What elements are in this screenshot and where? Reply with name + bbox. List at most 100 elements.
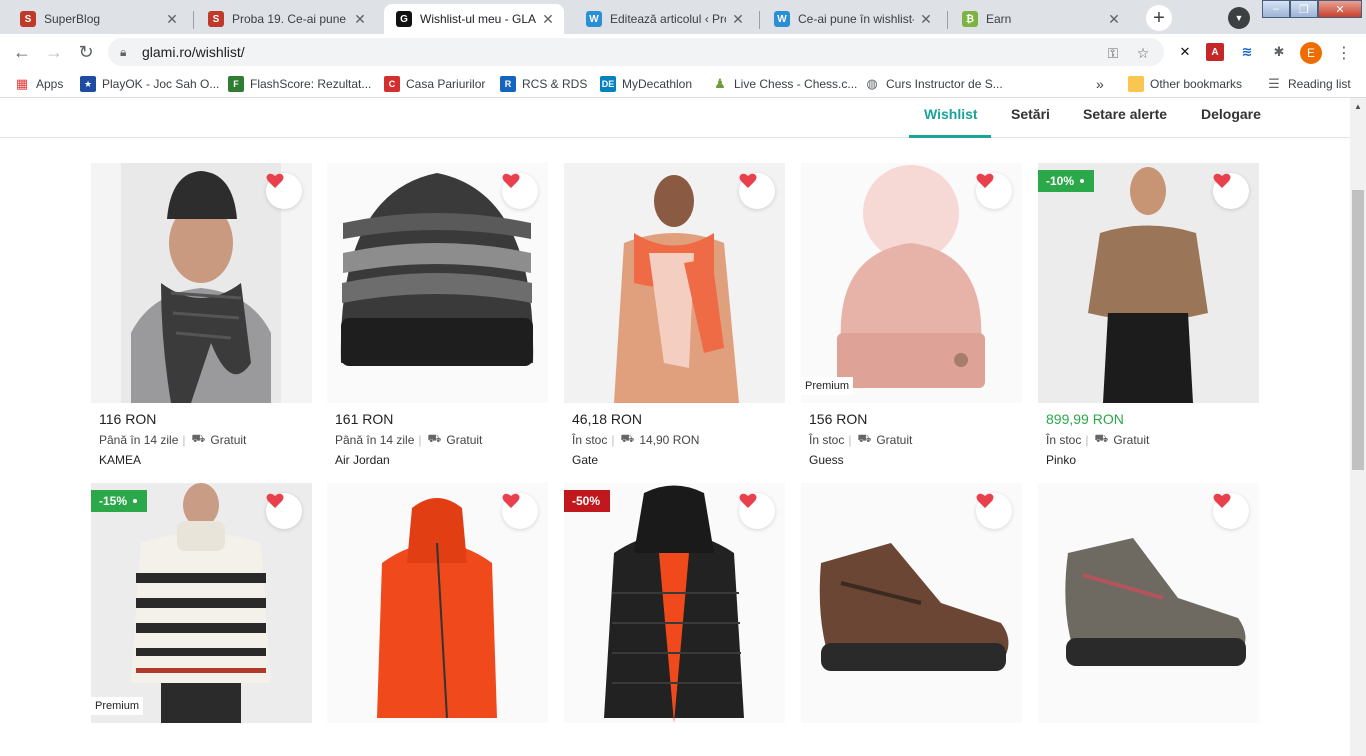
key-icon[interactable]: ⚿ — [1104, 44, 1122, 62]
product-card[interactable]: -15% Premium — [91, 483, 312, 723]
address-bar[interactable]: 🔒︎ glami.ro/wishlist/ ⚿ ☆ — [108, 38, 1164, 66]
wishlist-heart-button[interactable] — [502, 493, 538, 529]
glami-icon: G — [396, 11, 412, 27]
product-card[interactable]: -50% — [564, 483, 785, 723]
url-text[interactable]: glami.ro/wishlist/ — [142, 44, 245, 60]
bookmarks-overflow-button[interactable]: » — [1096, 75, 1104, 93]
bookmark-item[interactable]: DE MyDecathlon — [600, 75, 692, 93]
product-image[interactable] — [564, 163, 785, 403]
bookmark-label: Live Chess - Chess.c... — [734, 77, 858, 91]
reading-list-label: Reading list — [1288, 77, 1351, 91]
extension-x-icon[interactable]: ✕ — [1176, 43, 1194, 61]
profile-avatar[interactable]: E — [1300, 42, 1322, 64]
bookmark-label: PlayOK - Joc Sah O... — [102, 77, 220, 91]
wishlist-heart-button[interactable] — [266, 493, 302, 529]
reload-button[interactable]: ↻ — [74, 40, 98, 64]
bookmark-item[interactable]: C Casa Pariurilor — [384, 75, 485, 93]
bookmark-label: Apps — [36, 77, 64, 91]
bookmark-item[interactable]: R RCS & RDS — [500, 75, 587, 93]
product-brand[interactable]: Gate — [564, 453, 785, 467]
back-button[interactable]: ← — [10, 40, 34, 64]
tab-strip: S SuperBlog ✕ S Proba 19. Ce-ai pune în ✕ G Wis… — [0, 0, 1366, 34]
bookmark-item[interactable]: ◍ Curs Instructor de S... — [864, 75, 1002, 93]
product-brand[interactable]: Air Jordan — [327, 453, 548, 467]
wishlist-heart-button[interactable] — [502, 173, 538, 209]
truck-icon: ⛟ — [191, 433, 206, 445]
close-window-button[interactable]: ✕ — [1318, 0, 1362, 18]
layers-extension-icon[interactable]: ≋ — [1238, 43, 1256, 61]
product-image[interactable] — [1038, 483, 1259, 723]
product-card[interactable]: 116 RON Până în 14 zile | ⛟ Gratuit KAMEA — [91, 163, 312, 467]
maximize-button[interactable]: ❐ — [1290, 0, 1318, 18]
product-card[interactable] — [327, 483, 548, 723]
browser-tab[interactable]: W Ce-ai pune în wishlist-u ✕ — [762, 4, 942, 34]
wishlist-heart-button[interactable] — [976, 493, 1012, 529]
product-card[interactable]: 161 RON Până în 14 zile | ⛟ Gratuit Air Jorda… — [327, 163, 548, 467]
earn-icon: ₿ — [962, 11, 978, 27]
wordpress-icon: W — [586, 11, 602, 27]
scroll-up-arrow-icon[interactable]: ▲ — [1350, 98, 1366, 114]
tab-settings[interactable]: Setări — [1011, 106, 1050, 122]
product-image[interactable]: -10% — [1038, 163, 1259, 403]
tab-title: Ce-ai pune în wishlist-u — [798, 12, 914, 26]
wishlist-heart-button[interactable] — [739, 173, 775, 209]
tab-title: SuperBlog — [44, 12, 101, 26]
product-image[interactable] — [91, 163, 312, 403]
product-card[interactable]: 46,18 RON În stoc | ⛟ 14,90 RON Gate — [564, 163, 785, 467]
wordpress-icon: W — [774, 11, 790, 27]
tab-wishlist[interactable]: Wishlist — [924, 106, 978, 122]
other-bookmarks-folder[interactable]: Other bookmarks — [1128, 75, 1242, 93]
product-brand[interactable]: Pinko — [1038, 453, 1259, 467]
bookmark-item[interactable]: F FlashScore: Rezultat... — [228, 75, 371, 93]
wishlist-heart-button[interactable] — [1213, 173, 1249, 209]
scrollbar-thumb[interactable] — [1352, 190, 1364, 470]
lock-icon[interactable]: 🔒︎ — [120, 45, 134, 60]
tab-logout[interactable]: Delogare — [1201, 106, 1261, 122]
product-card[interactable]: -10% 899,99 RON În stoc | ⛟ Gratuit Pinko — [1038, 163, 1259, 467]
browser-tab[interactable]: S Proba 19. Ce-ai pune în ✕ — [196, 4, 376, 34]
shipping-cost: Gratuit — [876, 433, 913, 447]
new-tab-button[interactable]: + — [1146, 5, 1172, 31]
product-image[interactable]: -50% — [564, 483, 785, 723]
minimize-button[interactable]: – — [1262, 0, 1290, 18]
divider: | — [182, 433, 186, 447]
tab-search-icon[interactable]: ▼ — [1228, 7, 1250, 29]
close-tab-icon[interactable]: ✕ — [918, 11, 934, 27]
product-brand[interactable]: KAMEA — [91, 453, 312, 467]
wishlist-heart-button[interactable] — [266, 173, 302, 209]
close-tab-icon[interactable]: ✕ — [352, 11, 368, 27]
extensions-puzzle-icon[interactable]: ✱ — [1270, 43, 1288, 61]
product-card[interactable]: Premium 156 RON În stoc | ⛟ Gratuit Guess — [801, 163, 1022, 467]
product-image[interactable] — [327, 483, 548, 723]
product-image[interactable]: Premium — [801, 163, 1022, 403]
product-image[interactable]: -15% Premium — [91, 483, 312, 723]
tab-alerts[interactable]: Setare alerte — [1083, 106, 1167, 122]
product-brand[interactable]: Guess — [801, 453, 1022, 467]
bookmark-star-icon[interactable]: ☆ — [1134, 44, 1152, 62]
bookmark-item[interactable]: ★ PlayOK - Joc Sah O... — [80, 75, 219, 93]
browser-tab[interactable]: S SuperBlog ✕ — [8, 4, 188, 34]
wishlist-heart-button[interactable] — [1213, 493, 1249, 529]
wishlist-heart-button[interactable] — [739, 493, 775, 529]
wishlist-heart-button[interactable] — [976, 173, 1012, 209]
browser-tab[interactable]: W Editează articolul ‹ Prom ✕ — [574, 4, 754, 34]
close-tab-icon[interactable]: ✕ — [540, 11, 556, 27]
browser-tab[interactable]: G Wishlist-ul meu - GLAMI ✕ — [384, 4, 564, 34]
product-price: 161 RON — [335, 411, 394, 427]
bookmark-label: MyDecathlon — [622, 77, 693, 91]
browser-tab[interactable]: ₿ Earn ✕ — [950, 4, 1130, 34]
product-image[interactable] — [801, 483, 1022, 723]
forward-button[interactable]: → — [42, 40, 66, 64]
product-image[interactable] — [327, 163, 548, 403]
product-card[interactable] — [801, 483, 1022, 723]
bookmark-item[interactable]: ▦ Apps — [14, 75, 64, 93]
close-tab-icon[interactable]: ✕ — [164, 11, 180, 27]
browser-menu-icon[interactable]: ⋮ — [1334, 42, 1354, 64]
delivery-info: În stoc | ⛟ Gratuit — [1038, 433, 1259, 447]
product-card[interactable] — [1038, 483, 1259, 723]
bookmark-item[interactable]: ♟ Live Chess - Chess.c... — [712, 75, 857, 93]
close-tab-icon[interactable]: ✕ — [730, 11, 746, 27]
reading-list-button[interactable]: ☰ Reading list — [1266, 75, 1351, 93]
close-tab-icon[interactable]: ✕ — [1106, 11, 1122, 27]
pdf-extension-icon[interactable]: A — [1206, 43, 1224, 61]
